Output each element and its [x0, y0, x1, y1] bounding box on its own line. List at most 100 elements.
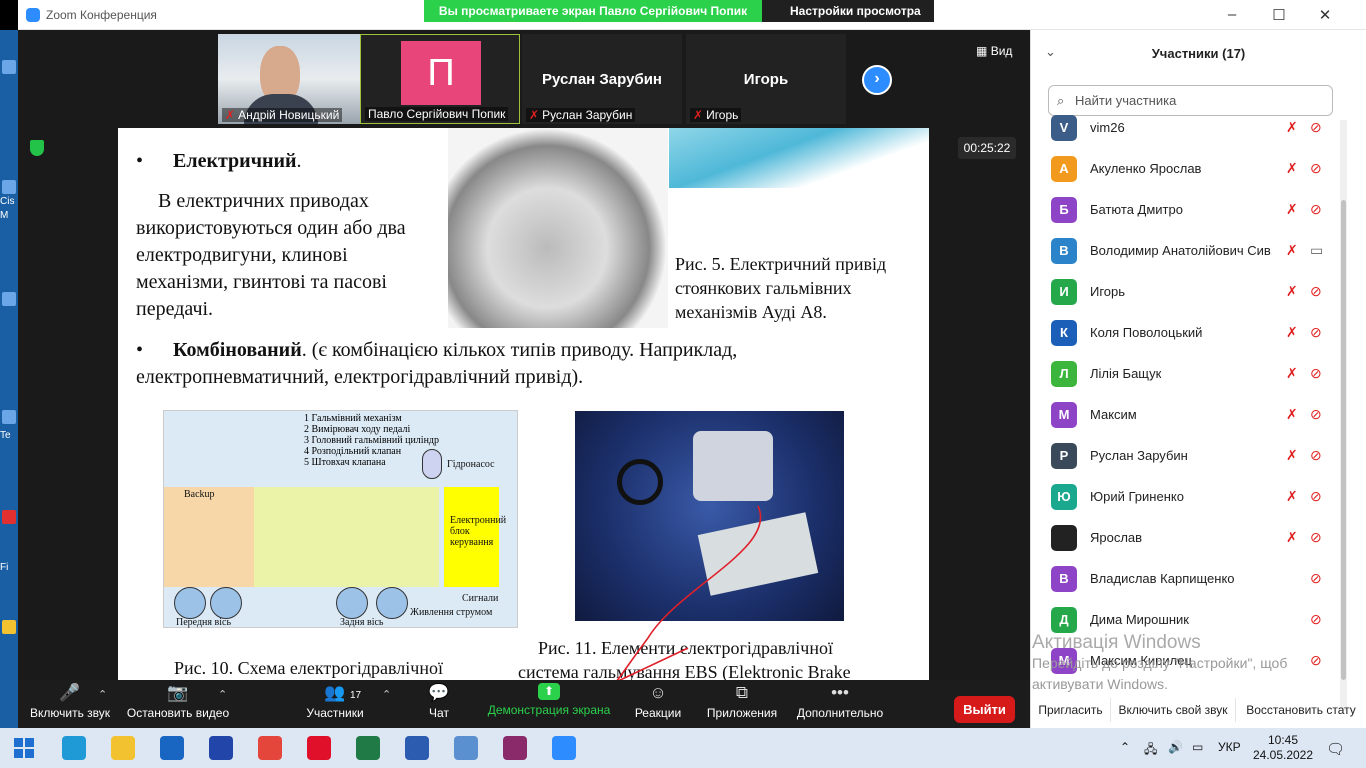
- mic-muted-icon[interactable]: ✗: [1286, 160, 1298, 177]
- video-off-icon[interactable]: ⊘: [1310, 119, 1322, 136]
- video-off-icon[interactable]: ⊘: [1310, 529, 1322, 546]
- video-off-icon[interactable]: ⊘: [1310, 611, 1322, 628]
- video-tile[interactable]: ✗ Андрій Новицький: [218, 34, 378, 124]
- video-options-caret[interactable]: ⌃: [218, 688, 227, 701]
- edge-app-icon[interactable]: [62, 736, 86, 760]
- video-off-icon[interactable]: ⊘: [1310, 160, 1322, 177]
- avatar: Л: [1051, 361, 1077, 387]
- desktop-icon[interactable]: [2, 292, 16, 306]
- watermark-title: Активація Windows: [1032, 632, 1201, 653]
- video-off-icon[interactable]: ⊘: [1310, 447, 1322, 464]
- video-off-icon[interactable]: ⊘: [1310, 365, 1322, 382]
- maximize-button[interactable]: ☐: [1269, 6, 1289, 24]
- video-off-icon[interactable]: ⊘: [1310, 570, 1322, 587]
- video-off-icon[interactable]: ⊘: [1310, 488, 1322, 505]
- participants-count: 17: [350, 690, 362, 701]
- volume-icon[interactable]: 🔊: [1168, 740, 1183, 754]
- video-off-icon[interactable]: ⊘: [1310, 283, 1322, 300]
- word-app-icon[interactable]: [405, 736, 429, 760]
- mic-muted-icon[interactable]: ✗: [1286, 242, 1298, 259]
- video-off-icon[interactable]: ⊘: [1310, 406, 1322, 423]
- desktop-icon[interactable]: [2, 60, 16, 74]
- participant-row[interactable]: Р Руслан Зарубин ✗ ⊘: [1031, 436, 1337, 477]
- winrar-app-icon[interactable]: [503, 736, 527, 760]
- scrollbar-thumb[interactable]: [1341, 200, 1346, 680]
- mic-muted-icon[interactable]: ✗: [1286, 201, 1298, 218]
- participant-row[interactable]: Л Лілія Бащук ✗ ⊘: [1031, 354, 1337, 395]
- search-app-icon[interactable]: [454, 736, 478, 760]
- reactions-button[interactable]: ☺ Реакции: [630, 683, 686, 720]
- next-page-button[interactable]: ›: [862, 65, 892, 95]
- chat-button[interactable]: 💬 Чат: [418, 683, 460, 720]
- explorer-app-icon[interactable]: [111, 736, 135, 760]
- mic-muted-icon[interactable]: ✗: [1286, 529, 1298, 546]
- video-tile[interactable]: Руслан Зарубин ✗ Руслан Зарубин: [522, 34, 682, 124]
- save-app-icon[interactable]: [209, 736, 233, 760]
- close-button[interactable]: ✕: [1315, 6, 1335, 24]
- participants-options-caret[interactable]: ⌃: [382, 688, 391, 701]
- mail-app-icon[interactable]: [160, 736, 184, 760]
- view-button[interactable]: ▦ Вид: [976, 44, 1012, 58]
- participant-row[interactable]: А Акуленко Ярослав ✗ ⊘: [1031, 149, 1337, 190]
- mic-muted-icon[interactable]: ✗: [1286, 406, 1298, 423]
- desktop-icon[interactable]: [2, 180, 16, 194]
- tile-name-text: Руслан Зарубин: [542, 108, 633, 122]
- windows-start-icon[interactable]: [14, 738, 34, 758]
- desktop-icon[interactable]: [2, 620, 16, 634]
- participant-name: Руслан Зарубин: [1090, 448, 1188, 463]
- desktop-label: Cis: [0, 196, 15, 207]
- video-off-icon[interactable]: ⊘: [1310, 201, 1322, 218]
- participants-scrollbar[interactable]: [1340, 120, 1347, 710]
- excel-app-icon[interactable]: [356, 736, 380, 760]
- invite-button[interactable]: Пригласить: [1031, 698, 1111, 722]
- participant-row[interactable]: И Игорь ✗ ⊘: [1031, 272, 1337, 313]
- desktop-icon[interactable]: [2, 510, 16, 524]
- participant-row[interactable]: М Максим ✗ ⊘: [1031, 395, 1337, 436]
- security-shield-icon[interactable]: [30, 140, 44, 156]
- mic-muted-icon[interactable]: ✗: [1286, 488, 1298, 505]
- mic-muted-icon[interactable]: ✗: [1286, 119, 1298, 136]
- participant-row[interactable]: Ярослав ✗ ⊘: [1031, 518, 1337, 559]
- participants-button[interactable]: 👥 Участники: [300, 683, 370, 720]
- video-tile-active[interactable]: П Павло Сергійович Попик: [360, 34, 520, 124]
- mic-muted-icon[interactable]: ✗: [1286, 365, 1298, 382]
- mic-muted-icon[interactable]: ✗: [1286, 324, 1298, 341]
- video-off-icon[interactable]: ⊘: [1310, 652, 1322, 669]
- participant-name: Лілія Бащук: [1090, 366, 1162, 381]
- apps-button[interactable]: ⧉ Приложения: [704, 683, 780, 720]
- more-button[interactable]: ••• Дополнительно: [794, 683, 886, 720]
- view-options-button[interactable]: Настройки просмотра ⌄: [762, 0, 934, 40]
- participant-name: vim26: [1090, 120, 1125, 135]
- video-on-icon[interactable]: ▭: [1310, 242, 1323, 259]
- participant-row[interactable]: Vvim26 ✗ ⊘: [1031, 108, 1337, 149]
- participant-row[interactable]: В Володимир Анатолійович Сив... ✗ ▭: [1031, 231, 1337, 272]
- opera-app-icon[interactable]: [307, 736, 331, 760]
- participant-row[interactable]: К Коля Поволоцький ✗ ⊘: [1031, 313, 1337, 354]
- tray-chevron-icon[interactable]: ⌃: [1120, 740, 1130, 754]
- watermark-line: Перейдіть до розділу "Настройки", щоб: [1032, 655, 1288, 671]
- share-screen-button[interactable]: ⬆ Демонстрация экрана: [484, 683, 614, 717]
- mic-muted-icon[interactable]: ✗: [1286, 447, 1298, 464]
- avatar: Б: [1051, 197, 1077, 223]
- zoom-app-icon[interactable]: [552, 736, 576, 760]
- video-off-icon[interactable]: ⊘: [1310, 324, 1322, 341]
- participant-row[interactable]: В Владислав Карпищенко ⊘: [1031, 559, 1337, 600]
- exit-meeting-button[interactable]: Выйти: [954, 696, 1015, 723]
- chrome-app-icon[interactable]: [258, 736, 282, 760]
- participant-row[interactable]: Ю Юрий Гриненко ✗ ⊘: [1031, 477, 1337, 518]
- video-tile[interactable]: Игорь ✗ Игорь: [686, 34, 846, 124]
- mic-muted-icon[interactable]: ✗: [1286, 283, 1298, 300]
- minimize-button[interactable]: –: [1222, 6, 1242, 23]
- network-icon[interactable]: 🖧: [1144, 740, 1157, 761]
- desktop-icon[interactable]: [2, 410, 16, 424]
- battery-icon[interactable]: ▭: [1192, 740, 1203, 754]
- participants-title: Участники (17): [1151, 46, 1246, 61]
- language-indicator[interactable]: УКР: [1218, 740, 1241, 754]
- notifications-icon[interactable]: 🗨: [1326, 740, 1345, 758]
- annotation-stroke: [615, 647, 689, 682]
- audio-options-caret[interactable]: ⌃: [98, 688, 107, 701]
- unmute-self-button[interactable]: Включить свой звук: [1111, 698, 1236, 722]
- restore-status-button[interactable]: Восстановить стату: [1236, 698, 1366, 722]
- participant-row[interactable]: Б Батюта Дмитро ✗ ⊘: [1031, 190, 1337, 231]
- taskbar-clock[interactable]: 10:45 24.05.2022: [1248, 733, 1318, 763]
